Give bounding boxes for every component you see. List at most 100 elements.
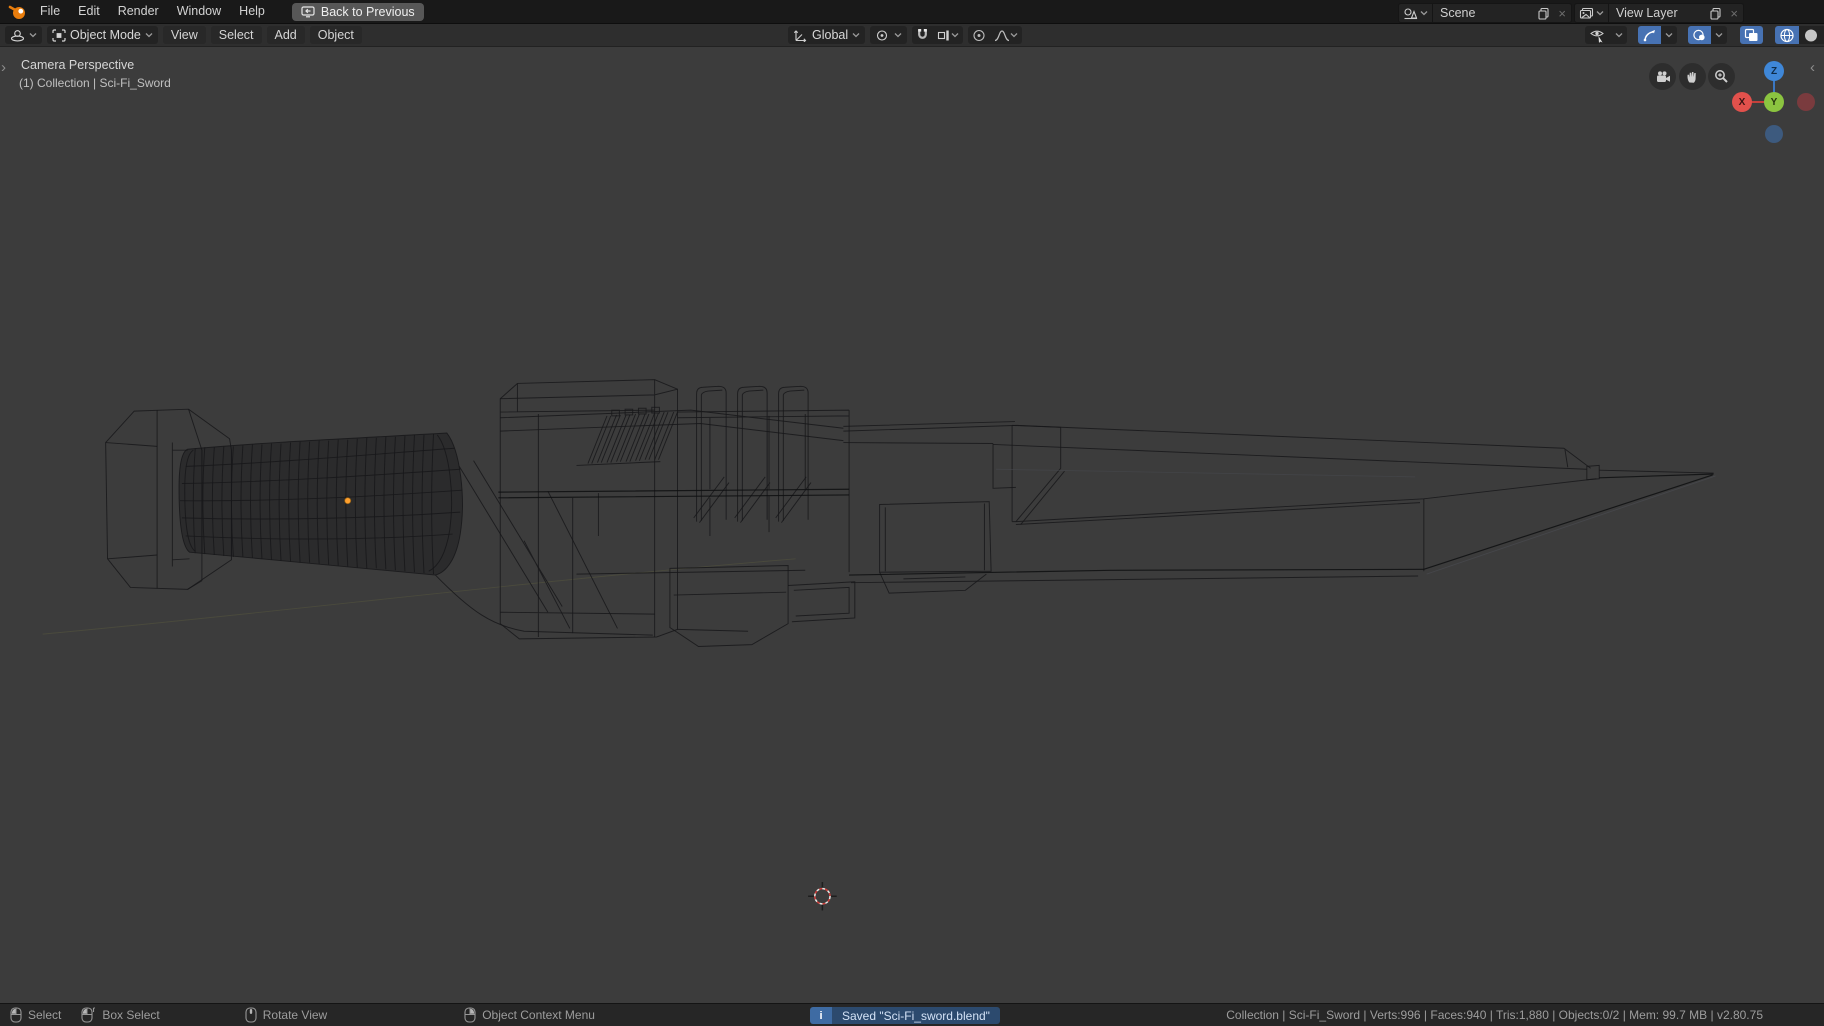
snap-settings-dropdown[interactable]	[933, 26, 963, 44]
status-bar: Select Box Select Rotate View Object Con…	[0, 1003, 1824, 1026]
proportional-editing-toggle[interactable]	[968, 26, 990, 44]
wireframe-sphere-icon	[1779, 28, 1795, 43]
show-gizmo-toggle[interactable]	[1638, 26, 1661, 44]
mouse-left-icon	[10, 1007, 22, 1023]
proportional-falloff-dropdown[interactable]	[990, 26, 1022, 44]
pivot-icon	[875, 29, 890, 42]
gizmo-settings-chevron[interactable]	[1661, 26, 1677, 44]
mouse-right-icon	[464, 1007, 476, 1023]
viewport-header: Object Mode View Select Add Object Globa…	[0, 24, 1824, 47]
hint-object-context-menu: Object Context Menu	[464, 1007, 595, 1023]
pivot-point-dropdown[interactable]	[870, 26, 907, 44]
gizmo-arc-icon	[1642, 29, 1657, 42]
camera-icon	[1655, 70, 1671, 84]
eye-cursor-icon	[1589, 28, 1607, 43]
shading-wireframe-button[interactable]	[1775, 26, 1799, 44]
menu-select[interactable]: Select	[211, 26, 262, 44]
magnet-icon	[916, 28, 929, 42]
xray-toggle[interactable]	[1740, 26, 1763, 44]
gizmo-axis-x-neg[interactable]	[1797, 93, 1815, 111]
hand-icon	[1685, 69, 1700, 84]
scene-statistics: Collection | Sci-Fi_Sword | Verts:996 | …	[1226, 1008, 1824, 1022]
mouse-middle-icon	[245, 1007, 257, 1023]
transform-orientation-dropdown[interactable]: Global	[788, 26, 865, 44]
xray-icon	[1744, 28, 1759, 42]
3d-cursor[interactable]	[808, 882, 837, 911]
chevron-down-icon	[1665, 32, 1673, 38]
show-overlays-toggle[interactable]	[1688, 26, 1711, 44]
view-layer-selector[interactable]: View Layer ×	[1574, 3, 1744, 23]
menu-file[interactable]: File	[31, 0, 69, 23]
viewport-3d[interactable]: Camera Perspective (1) Collection | Sci-…	[0, 47, 1824, 1003]
chevron-down-icon	[852, 32, 860, 38]
hint-select: Select	[10, 1007, 61, 1023]
close-scene-icon[interactable]: ×	[1553, 6, 1571, 21]
hint-box-select: Box Select	[81, 1007, 159, 1023]
sidebar-expand-icon[interactable]: ‹	[1810, 59, 1815, 76]
gizmo-axis-y[interactable]: Y	[1764, 92, 1784, 112]
menu-help[interactable]: Help	[230, 0, 274, 23]
chevron-down-icon	[1715, 32, 1723, 38]
gizmo-axis-z[interactable]: Z	[1764, 61, 1784, 81]
mouse-drag-icon	[81, 1007, 96, 1023]
chevron-down-icon	[1596, 10, 1604, 16]
topbar: File Edit Render Window Help Back to Pre…	[0, 0, 1824, 24]
orientation-label: Global	[812, 28, 848, 42]
back-screen-icon	[301, 6, 315, 18]
proportional-circle-icon	[972, 29, 986, 42]
report-message: i Saved "Sci-Fi_sword.blend"	[810, 1007, 1000, 1024]
view-name-label: Camera Perspective	[21, 58, 134, 72]
new-scene-button[interactable]	[1534, 4, 1553, 22]
menu-add[interactable]: Add	[267, 26, 305, 44]
scene-name: Scene	[1433, 6, 1534, 20]
menu-edit[interactable]: Edit	[69, 0, 109, 23]
chevron-down-icon	[29, 32, 37, 38]
object-mode-icon	[52, 29, 66, 42]
view-layer-name: View Layer	[1609, 6, 1706, 20]
snap-toggle[interactable]	[912, 26, 933, 44]
visibility-chevron[interactable]	[1611, 26, 1627, 44]
viewport-editor-icon	[10, 29, 25, 42]
chevron-down-icon	[894, 32, 902, 38]
duplicate-icon	[1537, 7, 1550, 20]
blender-logo-icon[interactable]	[8, 3, 27, 21]
viewport-canvas[interactable]	[0, 47, 1824, 1003]
view-layer-icon	[1579, 7, 1594, 20]
info-icon: i	[810, 1007, 832, 1024]
overlays-chevron[interactable]	[1711, 26, 1727, 44]
gizmo-axis-x[interactable]: X	[1732, 92, 1752, 112]
menu-view[interactable]: View	[163, 26, 206, 44]
menu-window[interactable]: Window	[168, 0, 230, 23]
magnifier-plus-icon	[1714, 69, 1729, 84]
solid-sphere-icon	[1803, 28, 1819, 43]
back-to-previous-label: Back to Previous	[321, 5, 415, 19]
mode-label: Object Mode	[70, 28, 141, 42]
snap-target-icon	[937, 29, 951, 42]
object-visibility-dropdown[interactable]	[1585, 26, 1611, 44]
menu-render[interactable]: Render	[109, 0, 168, 23]
back-to-previous-button[interactable]: Back to Previous	[292, 3, 424, 21]
chevron-down-icon	[1010, 32, 1018, 38]
remove-view-layer-icon[interactable]: ×	[1725, 6, 1743, 21]
duplicate-icon	[1709, 7, 1722, 20]
mode-selector[interactable]: Object Mode	[47, 26, 158, 44]
editor-type-dropdown[interactable]	[5, 26, 42, 44]
gizmo-axis-z-neg[interactable]	[1765, 125, 1783, 143]
zoom-view-button[interactable]	[1708, 63, 1735, 90]
chevron-down-icon	[1420, 10, 1428, 16]
object-origin-point[interactable]	[345, 498, 351, 504]
shading-solid-button[interactable]	[1799, 26, 1823, 44]
scene-icon	[1403, 7, 1418, 20]
chevron-down-icon	[951, 32, 959, 38]
scene-selector[interactable]: Scene ×	[1398, 3, 1572, 23]
saved-message: Saved "Sci-Fi_sword.blend"	[832, 1007, 1000, 1024]
menu-object[interactable]: Object	[310, 26, 362, 44]
camera-view-button[interactable]	[1649, 63, 1676, 90]
toolbar-expand-icon[interactable]: ›	[1, 59, 6, 76]
hint-rotate-view: Rotate View	[245, 1007, 327, 1023]
new-view-layer-button[interactable]	[1706, 4, 1725, 22]
falloff-curve-icon	[994, 29, 1010, 42]
wireframe-sword-model[interactable]	[43, 380, 1716, 647]
pan-view-button[interactable]	[1679, 63, 1706, 90]
chevron-down-icon	[145, 32, 153, 38]
